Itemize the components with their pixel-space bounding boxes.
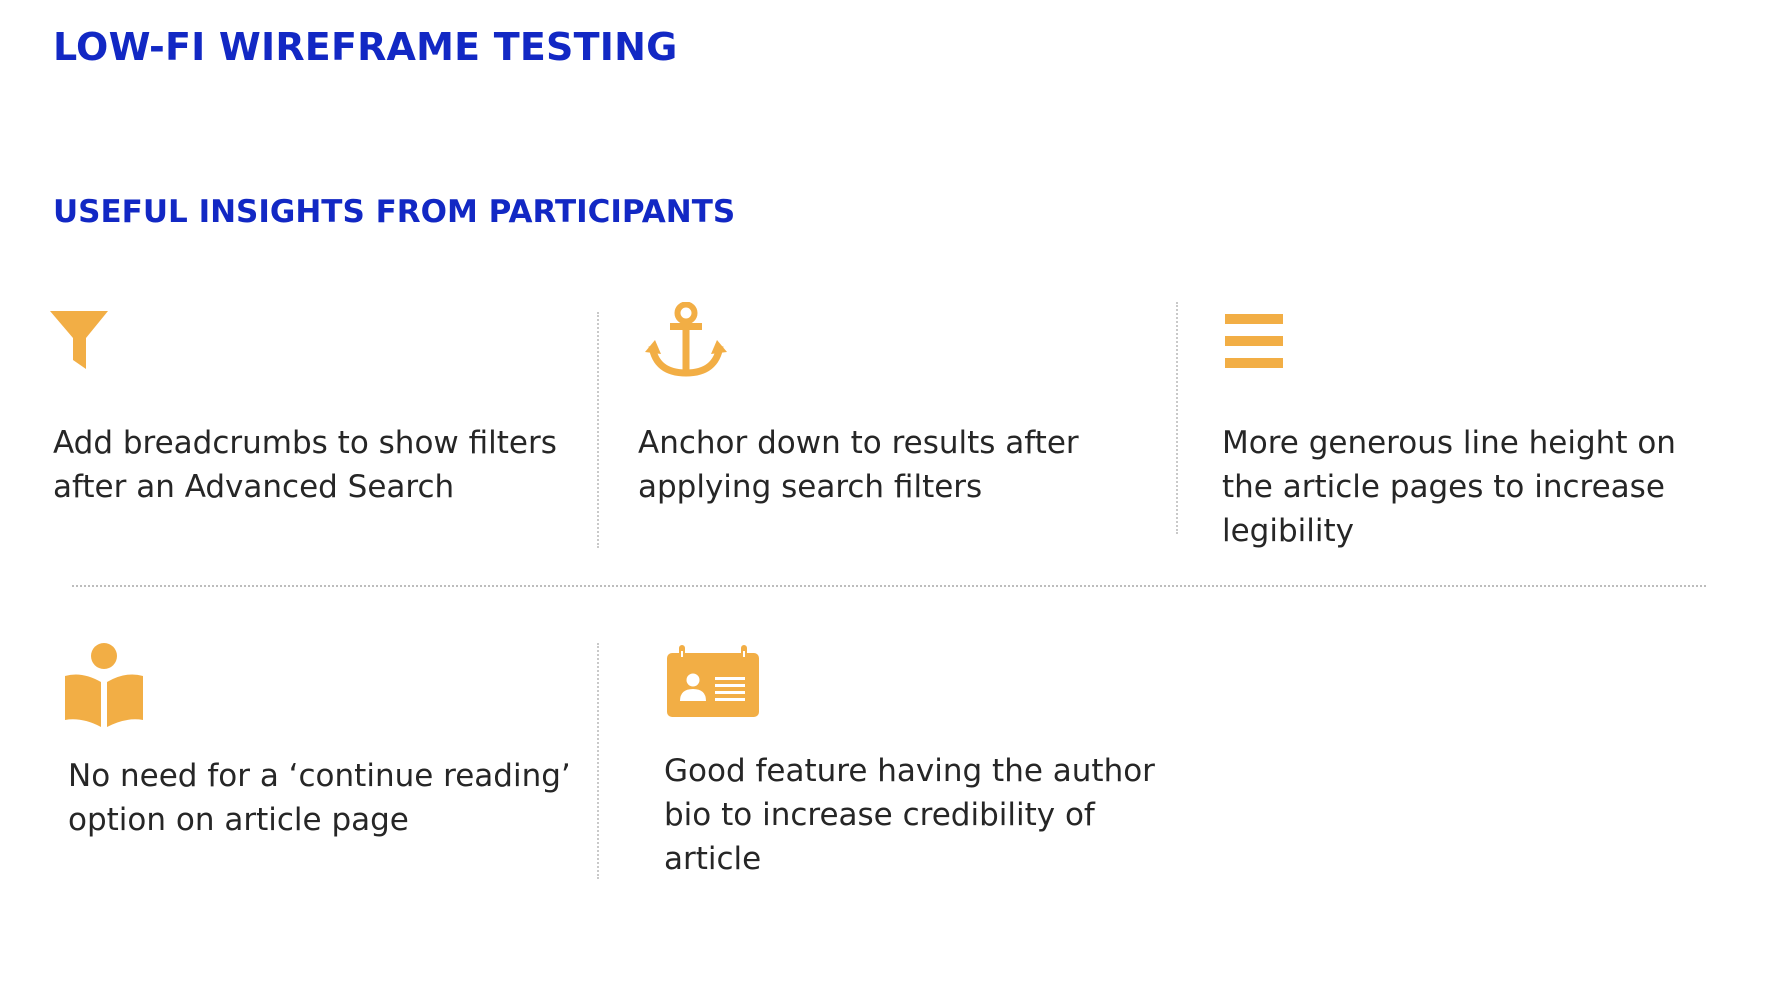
id-card-icon	[667, 645, 759, 717]
menu-lines-icon	[1225, 314, 1283, 368]
reader-book-icon	[65, 643, 143, 727]
column-divider-1	[597, 312, 599, 548]
insight-text-anchor: Anchor down to results after applying se…	[638, 425, 1079, 505]
insight-text-line-height: More generous line height on the article…	[1222, 425, 1676, 549]
row-divider	[72, 585, 1706, 587]
column-divider-3	[597, 643, 599, 879]
page-title: LOW-FI WIREFRAME TESTING	[53, 25, 678, 69]
filter-icon	[50, 311, 108, 369]
insight-text-breadcrumbs: Add breadcrumbs to show filters after an…	[53, 425, 557, 505]
column-divider-2	[1176, 302, 1178, 534]
insight-text-author-bio: Good feature having the author bio to in…	[664, 753, 1155, 877]
section-title: USEFUL INSIGHTS FROM PARTICIPANTS	[53, 194, 736, 230]
anchor-icon	[645, 302, 727, 377]
insight-text-continue-reading: No need for a ‘continue reading’ option …	[68, 758, 571, 838]
